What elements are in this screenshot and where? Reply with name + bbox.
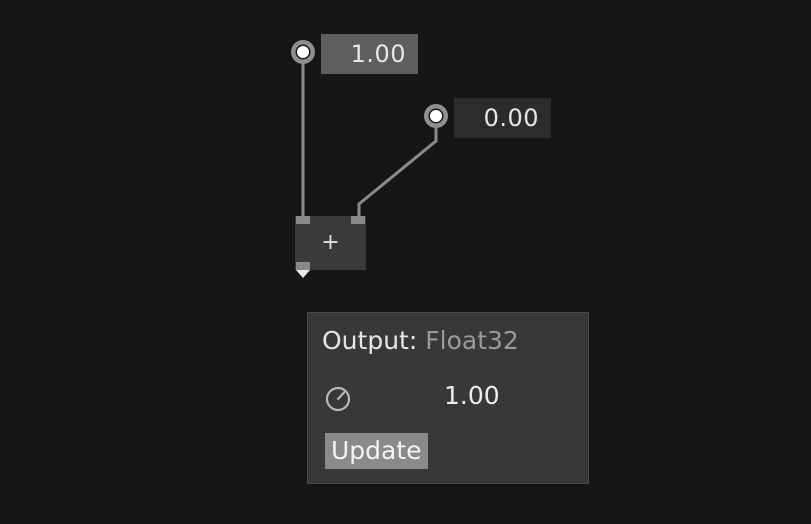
output-inspector: Output: Float32 1.00 Update — [307, 312, 589, 484]
output-type: Float32 — [425, 326, 519, 355]
wire-input-b-to-add[interactable] — [357, 124, 438, 217]
output-header: Output: Float32 — [322, 325, 519, 357]
output-value: 1.00 — [444, 381, 500, 410]
add-node[interactable]: + — [295, 216, 366, 270]
input-b-inlet[interactable] — [424, 104, 448, 128]
add-operator-label: + — [321, 230, 340, 255]
patch-canvas[interactable]: 1.00 0.00 + Output: Float32 1.00 Update — [0, 0, 811, 524]
output-arrow-icon — [296, 270, 310, 278]
input-a-value[interactable]: 1.00 — [321, 34, 418, 74]
input-a-inlet[interactable] — [291, 40, 315, 64]
update-button[interactable]: Update — [325, 433, 428, 469]
gauge-icon — [325, 386, 351, 412]
input-b-value[interactable]: 0.00 — [454, 98, 551, 138]
output-label: Output: — [322, 326, 418, 355]
